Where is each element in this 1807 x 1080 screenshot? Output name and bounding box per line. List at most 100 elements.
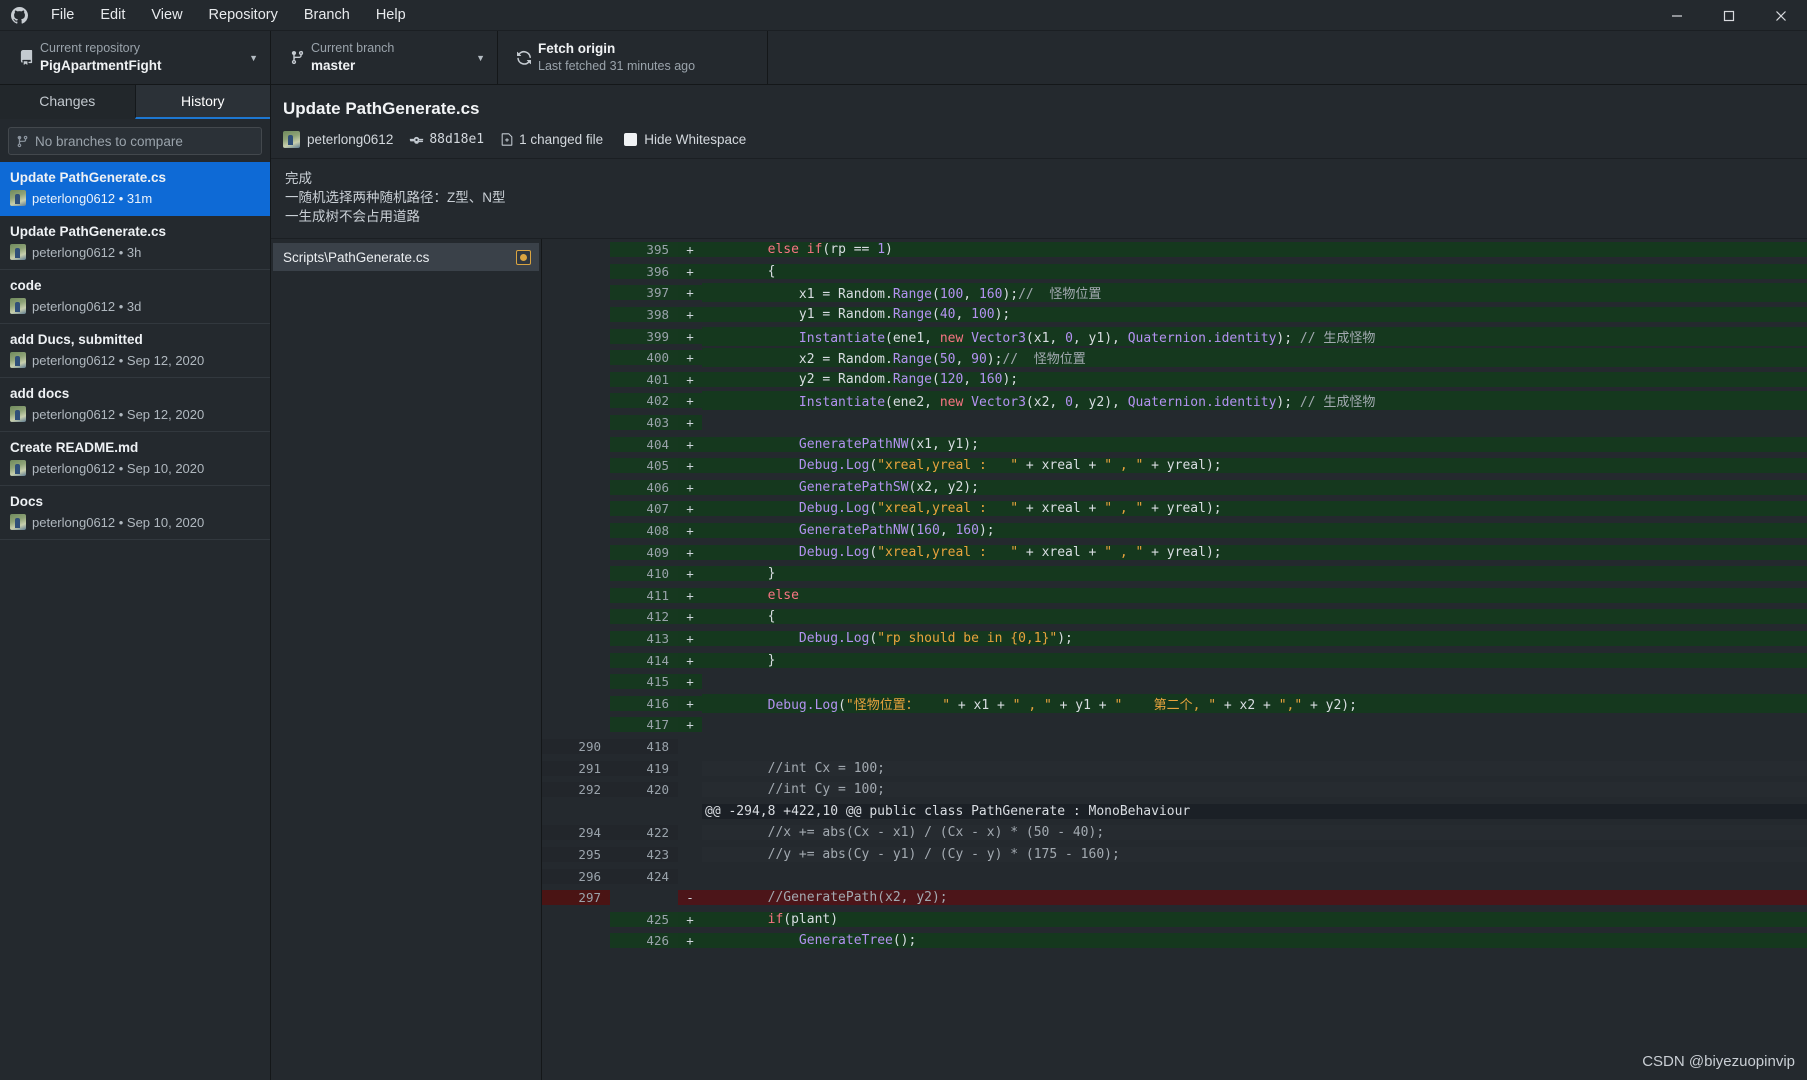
code-token: 160 — [916, 523, 939, 538]
diff-sign: + — [678, 674, 702, 689]
diff-code-line: Debug.Log("怪物位置： " + x1 + " , " + y1 + "… — [702, 694, 1807, 713]
commit-item-meta: peterlong0612 • 31m — [10, 190, 260, 206]
fetch-origin-button[interactable]: Fetch origin Last fetched 31 minutes ago — [498, 31, 768, 84]
diff-line-add[interactable]: 407+ Debug.Log("xreal,yreal : " + xreal … — [542, 498, 1807, 520]
menu-file[interactable]: File — [38, 0, 87, 30]
code-token: else — [768, 588, 799, 603]
commit-description-line: 一生成树不会占用道路 — [285, 207, 1793, 226]
diff-new-line-number: 399 — [610, 329, 678, 344]
menu-view[interactable]: View — [138, 0, 195, 30]
diff-line-add[interactable]: 398+ y1 = Random.Range(40, 100); — [542, 304, 1807, 326]
commit-list-item[interactable]: Docspeterlong0612 • Sep 10, 2020 — [0, 486, 270, 540]
code-token: // 怪物位置 — [1002, 352, 1085, 367]
diff-line-ctx[interactable]: 294422 //x += abs(Cx - x1) / (Cx - x) * … — [542, 822, 1807, 844]
menu-branch[interactable]: Branch — [291, 0, 363, 30]
diff-line-add[interactable]: 406+ GeneratePathSW(x2, y2); — [542, 477, 1807, 499]
commit-sha-group[interactable]: 88d18e1 — [409, 132, 484, 147]
branch-icon — [16, 135, 29, 148]
diff-viewer[interactable]: 395+ else if(rp == 1)396+ {397+ x1 = Ran… — [542, 239, 1807, 1080]
current-branch-button[interactable]: Current branch master ▼ — [271, 31, 498, 84]
github-logo-icon — [0, 7, 38, 24]
changed-file-list[interactable]: Scripts\PathGenerate.cs — [271, 239, 542, 1080]
diff-line-add[interactable]: 410+ } — [542, 563, 1807, 585]
diff-line-add[interactable]: 426+ GenerateTree(); — [542, 930, 1807, 952]
close-icon[interactable] — [1755, 0, 1807, 31]
current-repository-button[interactable]: Current repository PigApartmentFight ▼ — [0, 31, 271, 84]
hide-whitespace-checkbox[interactable] — [624, 133, 637, 146]
tab-changes[interactable]: Changes — [0, 85, 135, 119]
diff-line-del[interactable]: 297- //GeneratePath(x2, y2); — [542, 887, 1807, 909]
diff-line-ctx[interactable]: 290418 — [542, 736, 1807, 758]
code-token: , — [955, 352, 971, 367]
diff-new-line-number: 424 — [610, 869, 678, 884]
commit-list[interactable]: Update PathGenerate.cspeterlong0612 • 31… — [0, 162, 270, 1080]
diff-line-ctx[interactable]: 291419 //int Cx = 100; — [542, 757, 1807, 779]
diff-line-add[interactable]: 408+ GeneratePathNW(160, 160); — [542, 520, 1807, 542]
repo-icon — [12, 50, 40, 65]
commit-list-item[interactable]: add docspeterlong0612 • Sep 12, 2020 — [0, 378, 270, 432]
main-body: Changes History No branches to compare U… — [0, 85, 1807, 1080]
code-token: Debug.Log — [799, 631, 869, 646]
code-token — [705, 545, 799, 560]
diff-line-ctx[interactable]: 292420 //int Cy = 100; — [542, 779, 1807, 801]
commit-list-item[interactable]: Update PathGenerate.cspeterlong0612 • 3h — [0, 216, 270, 270]
diff-line-hunk[interactable]: @@ -294,8 +422,10 @@ public class PathGe… — [542, 800, 1807, 822]
branch-icon — [283, 50, 311, 65]
diff-old-line-number: 297 — [542, 890, 610, 905]
diff-line-add[interactable]: 400+ x2 = Random.Range(50, 90);// 怪物位置 — [542, 347, 1807, 369]
diff-sign: + — [678, 437, 702, 452]
code-token: + x1 + — [950, 698, 1013, 713]
diff-code-line: { — [702, 264, 1807, 279]
diff-line-add[interactable]: 402+ Instantiate(ene2, new Vector3(x2, 0… — [542, 390, 1807, 412]
diff-line-add[interactable]: 396+ { — [542, 261, 1807, 283]
commit-item-title: add docs — [10, 385, 260, 403]
commit-list-item[interactable]: add Ducs, submittedpeterlong0612 • Sep 1… — [0, 324, 270, 378]
tab-history[interactable]: History — [135, 85, 271, 119]
diff-new-line-number: 400 — [610, 350, 678, 365]
diff-old-line-number: 290 — [542, 739, 610, 754]
diff-line-add[interactable]: 416+ Debug.Log("怪物位置： " + x1 + " , " + y… — [542, 692, 1807, 714]
commit-list-item[interactable]: Create README.mdpeterlong0612 • Sep 10, … — [0, 432, 270, 486]
menu-help[interactable]: Help — [363, 0, 419, 30]
code-token: , — [940, 523, 956, 538]
menu-edit[interactable]: Edit — [87, 0, 138, 30]
code-token: { — [705, 609, 775, 624]
commit-item-author-time: peterlong0612 • Sep 10, 2020 — [32, 461, 204, 476]
diff-sign: + — [678, 588, 702, 603]
code-token: ); — [979, 523, 995, 538]
diff-line-add[interactable]: 415+ — [542, 671, 1807, 693]
diff-line-ctx[interactable]: 296424 — [542, 865, 1807, 887]
diff-code-line: //GeneratePath(x2, y2); — [702, 890, 1807, 905]
diff-line-add[interactable]: 403+ — [542, 412, 1807, 434]
compare-branch-input[interactable]: No branches to compare — [8, 127, 262, 155]
diff-line-add[interactable]: 404+ GeneratePathNW(x1, y1); — [542, 433, 1807, 455]
hide-whitespace-toggle[interactable]: Hide Whitespace — [624, 132, 746, 147]
code-token: x1 = Random. — [705, 287, 893, 302]
changed-file-item[interactable]: Scripts\PathGenerate.cs — [273, 243, 539, 271]
diff-line-add[interactable]: 411+ else — [542, 585, 1807, 607]
minimize-icon[interactable] — [1651, 0, 1703, 31]
menu-repository[interactable]: Repository — [196, 0, 291, 30]
diff-line-add[interactable]: 399+ Instantiate(ene1, new Vector3(x1, 0… — [542, 325, 1807, 347]
diff-line-ctx[interactable]: 295423 //y += abs(Cy - y1) / (Cy - y) * … — [542, 844, 1807, 866]
code-token: 160 — [979, 372, 1002, 387]
diff-line-add[interactable]: 409+ Debug.Log("xreal,yreal : " + xreal … — [542, 541, 1807, 563]
diff-line-add[interactable]: 412+ { — [542, 606, 1807, 628]
commit-list-item[interactable]: Update PathGenerate.cspeterlong0612 • 31… — [0, 162, 270, 216]
commit-list-item[interactable]: codepeterlong0612 • 3d — [0, 270, 270, 324]
diff-new-line-number: 406 — [610, 480, 678, 495]
repository-value: PigApartmentFight — [40, 57, 162, 75]
diff-line-add[interactable]: 405+ Debug.Log("xreal,yreal : " + xreal … — [542, 455, 1807, 477]
diff-line-add[interactable]: 413+ Debug.Log("rp should be in {0,1}"); — [542, 628, 1807, 650]
diff-line-add[interactable]: 417+ — [542, 714, 1807, 736]
diff-line-add[interactable]: 397+ x1 = Random.Range(100, 160);// 怪物位置 — [542, 282, 1807, 304]
code-token: + yreal); — [1143, 458, 1221, 473]
diff-line-add[interactable]: 401+ y2 = Random.Range(120, 160); — [542, 369, 1807, 391]
diff-line-add[interactable]: 395+ else if(rp == 1) — [542, 239, 1807, 261]
menu-bar: File Edit View Repository Branch Help — [38, 0, 419, 30]
diff-line-add[interactable]: 425+ if(plant) — [542, 908, 1807, 930]
diff-line-add[interactable]: 414+ } — [542, 649, 1807, 671]
maximize-icon[interactable] — [1703, 0, 1755, 31]
diff-sign: + — [678, 307, 702, 322]
changed-files-group: 1 changed file — [500, 132, 603, 147]
